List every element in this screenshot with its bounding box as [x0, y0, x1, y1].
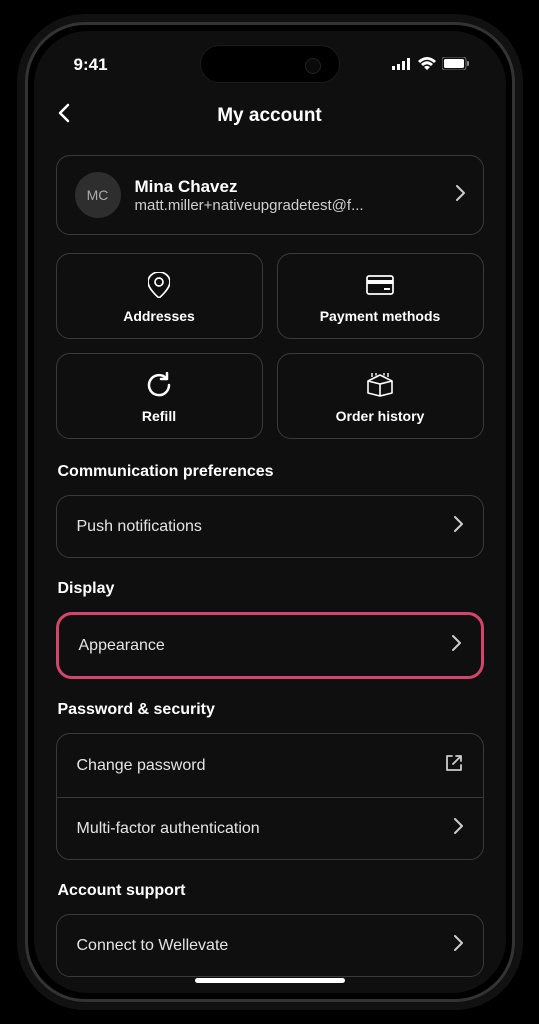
tile-orders[interactable]: Order history — [277, 353, 484, 439]
push-notifications-item[interactable]: Push notifications — [57, 496, 483, 557]
profile-email: matt.miller+nativeupgradetest@f... — [135, 197, 442, 214]
section-title-support: Account support — [58, 882, 482, 900]
appearance-item[interactable]: Appearance — [59, 615, 481, 676]
status-time: 9:41 — [74, 55, 108, 75]
tile-label: Addresses — [123, 308, 195, 324]
phone-frame: 9:41 My account MC — [25, 22, 515, 1002]
card-icon — [366, 272, 394, 298]
list-item-label: Connect to Wellevate — [77, 937, 229, 955]
chevron-right-icon — [456, 185, 465, 206]
notch — [200, 45, 340, 83]
external-link-icon — [445, 754, 463, 777]
section-title-security: Password & security — [58, 701, 482, 719]
profile-name: Mina Chavez — [135, 177, 442, 197]
avatar: MC — [75, 172, 121, 218]
list-item-label: Appearance — [79, 637, 165, 655]
back-button[interactable] — [58, 103, 88, 129]
chevron-right-icon — [454, 818, 463, 839]
home-indicator[interactable] — [195, 978, 345, 983]
tile-label: Order history — [336, 408, 425, 424]
page-title: My account — [217, 105, 322, 127]
battery-icon — [442, 55, 470, 75]
tile-addresses[interactable]: Addresses — [56, 253, 263, 339]
tile-payment[interactable]: Payment methods — [277, 253, 484, 339]
section-title-communication: Communication preferences — [58, 463, 482, 481]
change-password-item[interactable]: Change password — [57, 734, 483, 797]
tile-label: Payment methods — [320, 308, 441, 324]
mfa-item[interactable]: Multi-factor authentication — [57, 797, 483, 859]
list-item-label: Push notifications — [77, 518, 202, 536]
chevron-right-icon — [452, 635, 461, 656]
tile-label: Refill — [142, 408, 176, 424]
signal-icon — [392, 55, 412, 75]
chevron-right-icon — [454, 516, 463, 537]
profile-card[interactable]: MC Mina Chavez matt.miller+nativeupgrade… — [56, 155, 484, 235]
wellevate-item[interactable]: Connect to Wellevate — [57, 915, 483, 976]
chevron-right-icon — [454, 935, 463, 956]
wifi-icon — [418, 55, 436, 75]
refresh-icon — [146, 372, 172, 398]
box-icon — [366, 372, 394, 398]
tile-refill[interactable]: Refill — [56, 353, 263, 439]
section-title-display: Display — [58, 580, 482, 598]
list-item-label: Change password — [77, 757, 206, 775]
header: My account — [34, 85, 506, 147]
list-item-label: Multi-factor authentication — [77, 820, 260, 838]
pin-icon — [148, 272, 170, 298]
